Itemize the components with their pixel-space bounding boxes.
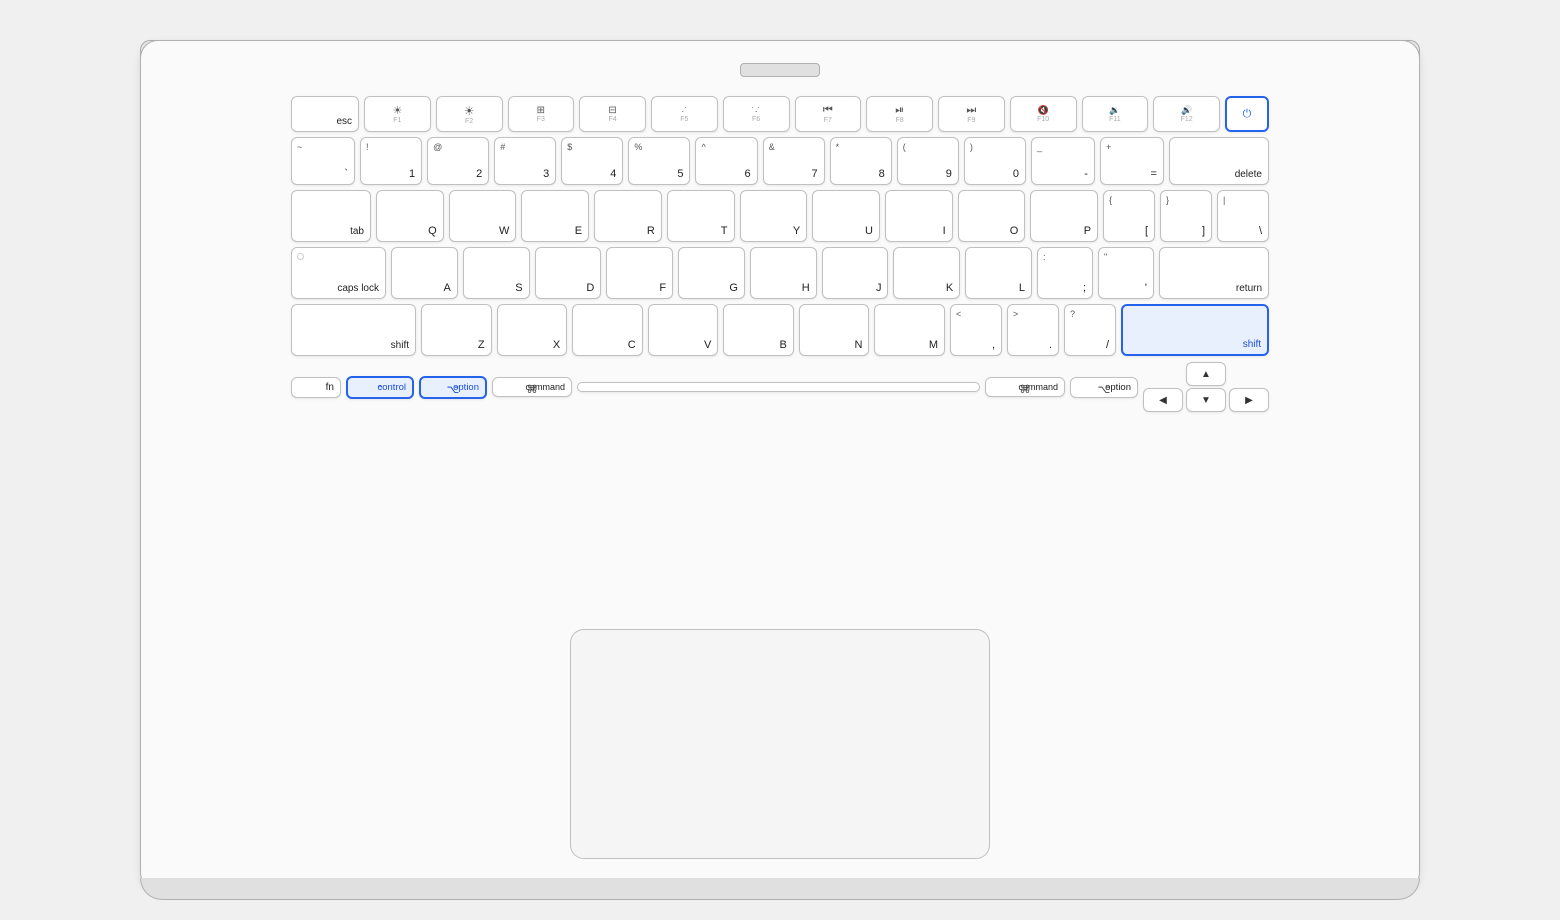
key-f3[interactable]: ⊞ F3	[508, 96, 575, 132]
arrow-cluster: ▲ ◀ ▼ ▶	[1143, 362, 1269, 412]
key-8[interactable]: * 8	[830, 137, 892, 185]
key-esc[interactable]: esc	[291, 96, 359, 132]
key-tab[interactable]: tab	[291, 190, 371, 242]
key-x[interactable]: X	[497, 304, 568, 356]
key-arrow-up[interactable]: ▲	[1186, 362, 1226, 386]
key-space[interactable]	[577, 382, 980, 392]
key-command-right[interactable]: ⌘ command	[985, 377, 1065, 397]
key-j[interactable]: J	[822, 247, 889, 299]
key-f4[interactable]: ⊟ F4	[579, 96, 646, 132]
key-t[interactable]: T	[667, 190, 735, 242]
key-s[interactable]: S	[463, 247, 530, 299]
key-0[interactable]: ) 0	[964, 137, 1026, 185]
key-a[interactable]: A	[391, 247, 458, 299]
key-f9[interactable]: ⏭ F9	[938, 96, 1005, 132]
key-7[interactable]: & 7	[763, 137, 825, 185]
key-arrow-left[interactable]: ◀	[1143, 388, 1183, 412]
key-f5[interactable]: ·˙ F5	[651, 96, 718, 132]
key-y[interactable]: Y	[740, 190, 808, 242]
keyboard-area: esc ☀ F1 ☀ F2 ⊞ F3 ⊟ F4	[291, 96, 1269, 629]
key-z[interactable]: Z	[421, 304, 492, 356]
zxcv-row: shift Z X C V B N M < , > . ?	[291, 304, 1269, 356]
key-p[interactable]: P	[1030, 190, 1098, 242]
key-option-right[interactable]: ⌥ option	[1070, 377, 1138, 398]
trackpad[interactable]	[570, 629, 990, 859]
bottom-row: fn ⌃ control ⌥ option ⌘ command ⌘ comma	[291, 361, 1269, 413]
key-q[interactable]: Q	[376, 190, 444, 242]
asdf-row: caps lock A S D F G H J K L : ; " '	[291, 247, 1269, 299]
key-f10[interactable]: 🔇 F10	[1010, 96, 1077, 132]
key-u[interactable]: U	[812, 190, 880, 242]
key-return[interactable]: return	[1159, 247, 1269, 299]
key-minus[interactable]: _ -	[1031, 137, 1095, 185]
key-semicolon[interactable]: : ;	[1037, 247, 1093, 299]
key-bracketL[interactable]: { [	[1103, 190, 1155, 242]
camera-notch	[740, 63, 820, 77]
key-f11[interactable]: 🔉 F11	[1082, 96, 1149, 132]
key-n[interactable]: N	[799, 304, 870, 356]
key-slash[interactable]: ? /	[1064, 304, 1116, 356]
key-b[interactable]: B	[723, 304, 794, 356]
key-o[interactable]: O	[958, 190, 1026, 242]
key-period[interactable]: > .	[1007, 304, 1059, 356]
key-l[interactable]: L	[965, 247, 1032, 299]
key-i[interactable]: I	[885, 190, 953, 242]
key-w[interactable]: W	[449, 190, 517, 242]
laptop-body: esc ☀ F1 ☀ F2 ⊞ F3 ⊟ F4	[140, 40, 1420, 890]
fn-row: esc ☀ F1 ☀ F2 ⊞ F3 ⊟ F4	[291, 96, 1269, 132]
key-d[interactable]: D	[535, 247, 602, 299]
key-v[interactable]: V	[648, 304, 719, 356]
key-capslock[interactable]: caps lock	[291, 247, 386, 299]
key-h[interactable]: H	[750, 247, 817, 299]
key-4[interactable]: $ 4	[561, 137, 623, 185]
key-3[interactable]: # 3	[494, 137, 556, 185]
key-f7[interactable]: ⏮ F7	[795, 96, 862, 132]
key-backslash[interactable]: | \	[1217, 190, 1269, 242]
key-equal[interactable]: + =	[1100, 137, 1164, 185]
key-f8[interactable]: ⏯ F8	[866, 96, 933, 132]
key-e[interactable]: E	[521, 190, 589, 242]
key-6[interactable]: ^ 6	[695, 137, 757, 185]
key-f12[interactable]: 🔊 F12	[1153, 96, 1220, 132]
key-2[interactable]: @ 2	[427, 137, 489, 185]
key-k[interactable]: K	[893, 247, 960, 299]
key-m[interactable]: M	[874, 304, 945, 356]
key-1[interactable]: ! 1	[360, 137, 422, 185]
bottom-hinge	[140, 878, 1420, 900]
qwerty-row: tab Q W E R T Y U I O P { [ } ]	[291, 190, 1269, 242]
key-f6[interactable]: ˙·˙ F6	[723, 96, 790, 132]
key-bracketR[interactable]: } ]	[1160, 190, 1212, 242]
key-option-left[interactable]: ⌥ option	[419, 376, 487, 399]
num-row: ~ ` ! 1 @ 2 # 3 $ 4	[291, 137, 1269, 185]
key-f2[interactable]: ☀ F2	[436, 96, 503, 132]
key-arrow-right[interactable]: ▶	[1229, 388, 1269, 412]
key-arrow-down[interactable]: ▼	[1186, 388, 1226, 412]
key-shift-right[interactable]: shift	[1121, 304, 1269, 356]
key-g[interactable]: G	[678, 247, 745, 299]
key-5[interactable]: % 5	[628, 137, 690, 185]
key-command-left[interactable]: ⌘ command	[492, 377, 572, 397]
key-r[interactable]: R	[594, 190, 662, 242]
key-f1[interactable]: ☀ F1	[364, 96, 431, 132]
key-delete[interactable]: delete	[1169, 137, 1269, 185]
key-grave[interactable]: ~ `	[291, 137, 355, 185]
key-fn[interactable]: fn	[291, 377, 341, 398]
key-shift-left[interactable]: shift	[291, 304, 416, 356]
key-quote[interactable]: " '	[1098, 247, 1154, 299]
laptop-container: esc ☀ F1 ☀ F2 ⊞ F3 ⊟ F4	[90, 20, 1470, 900]
key-9[interactable]: ( 9	[897, 137, 959, 185]
key-power[interactable]: ⏻	[1225, 96, 1269, 132]
key-f[interactable]: F	[606, 247, 673, 299]
key-c[interactable]: C	[572, 304, 643, 356]
key-comma[interactable]: < ,	[950, 304, 1002, 356]
key-control[interactable]: ⌃ control	[346, 376, 414, 399]
